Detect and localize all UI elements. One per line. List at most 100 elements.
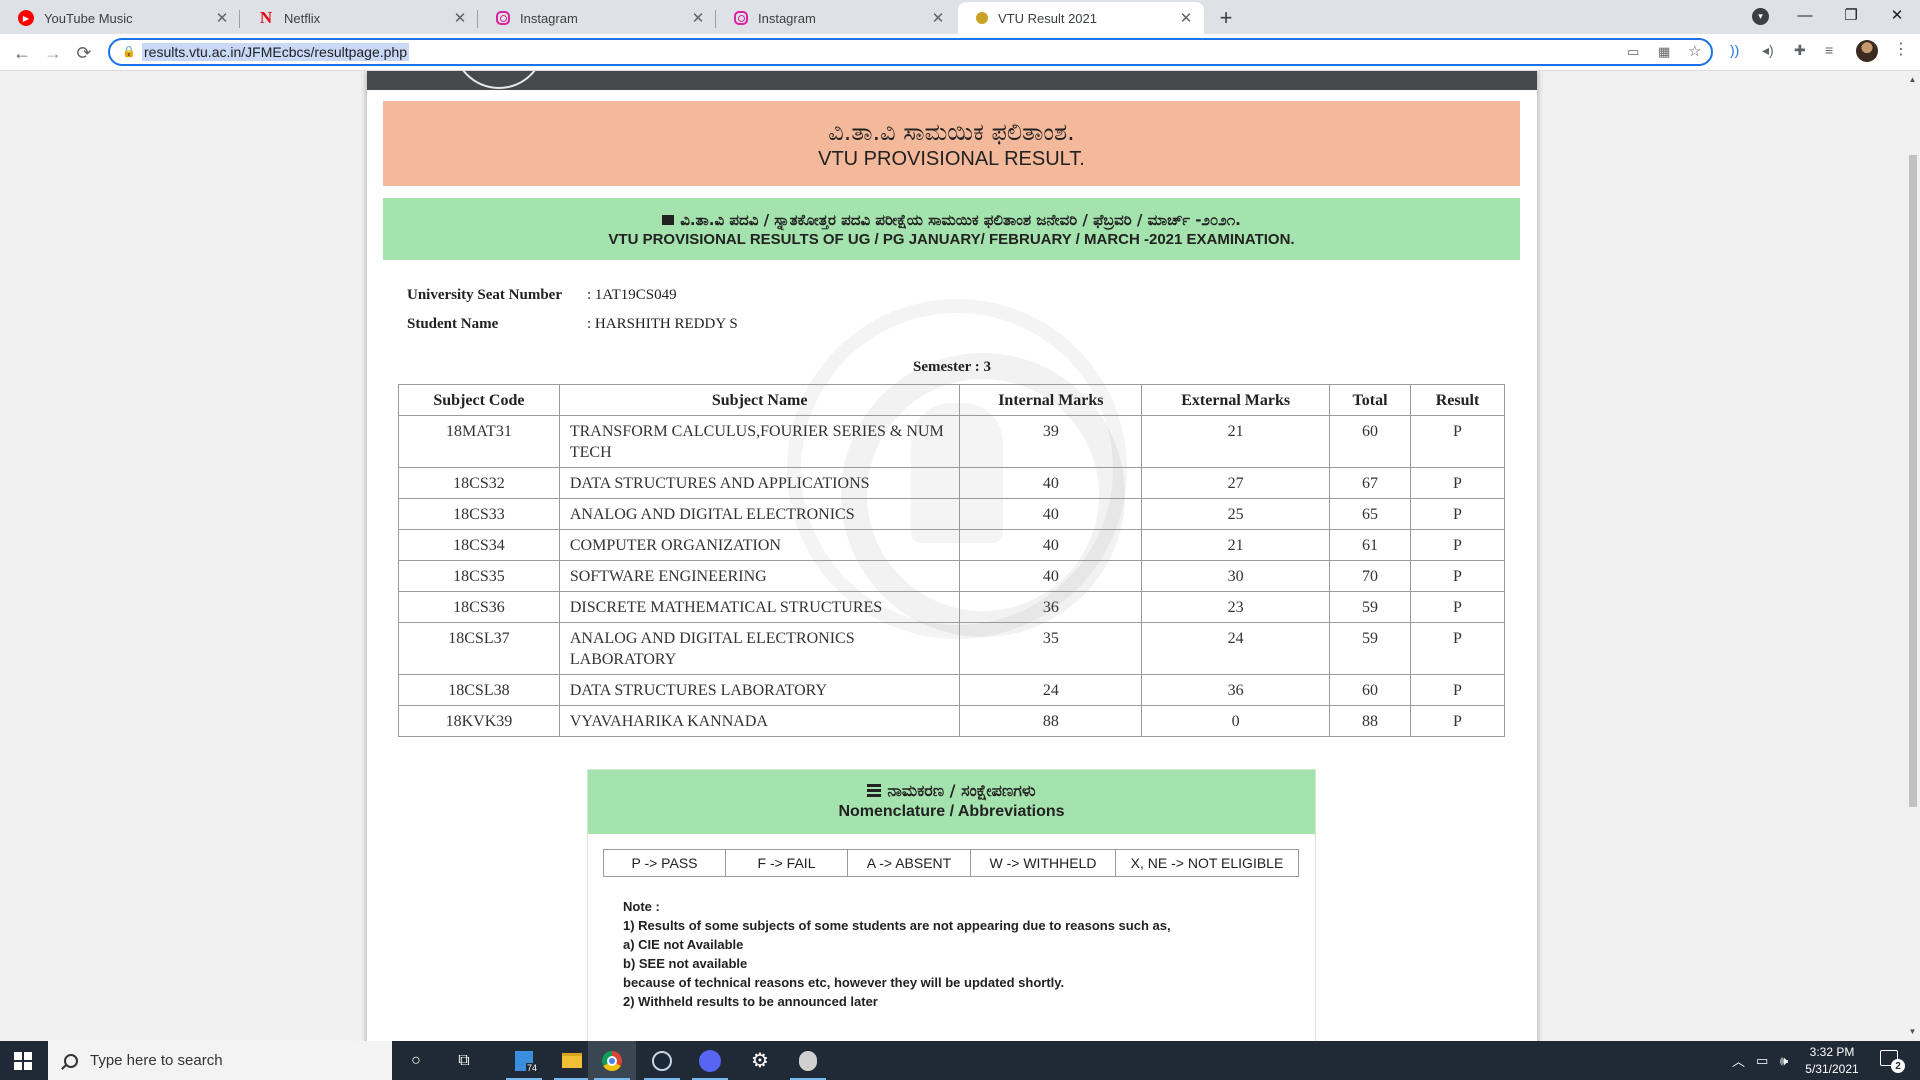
col-header-result: Result — [1410, 384, 1505, 416]
external-marks: 0 — [1141, 705, 1331, 737]
settings-gear-icon[interactable]: ⚙ — [736, 1041, 784, 1080]
subject-code: 18KVK39 — [398, 705, 560, 737]
browser-toolbar: ← → ⟳ 🔒 results.vtu.ac.in/JFMEcbcs/resul… — [0, 34, 1920, 71]
instagram-icon — [496, 11, 510, 25]
provisional-result-header: ವಿ.ತಾ.ವಿ ಸಾಮಯಿಕ ಫಲಿತಾಂಶ. VTU PROVISIONAL… — [383, 101, 1520, 186]
notification-count-badge: 2 — [1891, 1059, 1905, 1073]
extensions-puzzle-icon[interactable]: ✚ — [1794, 42, 1806, 59]
student-name-value: : HARSHITH REDDY S — [587, 316, 738, 332]
result: P — [1410, 560, 1505, 592]
table-row: 18CSL37 ANALOG AND DIGITAL ELECTRONICS L… — [398, 622, 1505, 675]
table-row: 18CS34 COMPUTER ORGANIZATION 40 21 61 P — [398, 529, 1505, 561]
close-tab-icon[interactable]: ✕ — [214, 9, 230, 27]
network-icon[interactable]: ▭ — [1756, 1041, 1768, 1080]
address-bar[interactable]: 🔒 results.vtu.ac.in/JFMEcbcs/resultpage.… — [108, 38, 1713, 66]
restore-icon[interactable]: ❐ — [1828, 0, 1874, 30]
monitor-icon — [662, 215, 675, 225]
page-scrollbar[interactable]: ▲ ▼ — [1905, 71, 1920, 1041]
tab-search-icon[interactable]: ▾ — [1752, 8, 1769, 25]
window-close-icon[interactable]: ✕ — [1874, 0, 1920, 30]
list-icon — [867, 784, 882, 797]
extension-wave-icon[interactable]: )) — [1730, 42, 1739, 58]
system-clock[interactable]: 3:32 PM 5/31/2021 — [1790, 1044, 1874, 1078]
qr-code-icon[interactable]: ▦ — [1658, 44, 1670, 60]
col-header-external-marks: External Marks — [1141, 384, 1331, 416]
total-marks: 60 — [1329, 674, 1412, 706]
windows-taskbar: Type here to search ○ ⧉ 74 ⚙ ︿ ▭ 🕪 3:32 … — [0, 1041, 1920, 1080]
tab-instagram-2[interactable]: Instagram ✕ — [716, 2, 956, 34]
result: P — [1410, 622, 1505, 675]
close-tab-icon[interactable]: ✕ — [452, 9, 468, 27]
lock-icon[interactable]: 🔒 — [122, 45, 136, 58]
col-header-subject-name: Subject Name — [558, 384, 961, 416]
menu-kebab-icon[interactable]: ⋮ — [1893, 39, 1909, 59]
taskbar-search-box[interactable]: Type here to search — [48, 1041, 392, 1080]
subject-name: TRANSFORM CALCULUS,FOURIER SERIES & NUM … — [558, 415, 961, 468]
table-row: 18CS33 ANALOG AND DIGITAL ELECTRONICS 40… — [398, 498, 1505, 530]
exam-title-banner: ವಿ.ತಾ.ವಿ ಪದವಿ / ಸ್ನಾತಕೋತ್ತರ ಪದವಿ ಪರೀಕ್ಷೆ… — [383, 198, 1520, 260]
read-aloud-icon[interactable]: ◂) — [1762, 42, 1774, 59]
subject-code: 18CSL38 — [398, 674, 560, 706]
netflix-icon: N — [259, 8, 273, 27]
tab-youtube-music[interactable]: ▶ YouTube Music ✕ — [0, 2, 240, 34]
internal-marks: 35 — [959, 622, 1143, 675]
note-line: b) SEE not available — [623, 956, 748, 971]
nomenclature-header: ನಾಮಕರಣ / ಸಂಕ್ಷೇಪಣಗಳು Nomenclature / Abbr… — [588, 770, 1315, 834]
bookmark-star-icon[interactable]: ☆ — [1688, 42, 1701, 60]
tab-label: Instagram — [758, 10, 816, 26]
subject-name: DISCRETE MATHEMATICAL STRUCTURES — [558, 591, 961, 623]
header-english: VTU PROVISIONAL RESULT. — [818, 148, 1085, 170]
card-top-bar — [367, 71, 1537, 90]
volume-icon[interactable]: 🕪 — [1780, 1041, 1788, 1080]
close-tab-icon[interactable]: ✕ — [930, 9, 946, 27]
close-tab-icon[interactable]: ✕ — [1178, 9, 1194, 27]
tab-strip: ▶ YouTube Music ✕ N Netflix ✕ Instagram … — [0, 0, 1920, 34]
result: P — [1410, 415, 1505, 468]
chrome-icon[interactable] — [588, 1041, 636, 1080]
internal-marks: 40 — [959, 560, 1143, 592]
windows-start-icon[interactable] — [14, 1052, 32, 1070]
scroll-up-icon[interactable]: ▲ — [1905, 75, 1920, 84]
result: P — [1410, 705, 1505, 737]
tab-instagram-1[interactable]: Instagram ✕ — [478, 2, 716, 34]
note-line: 2) Withheld results to be announced late… — [623, 994, 878, 1009]
close-tab-icon[interactable]: ✕ — [690, 9, 706, 27]
table-row: 18CS32 DATA STRUCTURES AND APPLICATIONS … — [398, 467, 1505, 499]
note-line: because of technical reasons etc, howeve… — [623, 975, 1065, 990]
internal-marks: 39 — [959, 415, 1143, 468]
new-tab-button[interactable]: + — [1212, 4, 1240, 32]
show-hidden-icons-icon[interactable]: ︿ — [1732, 1041, 1745, 1080]
tab-label: VTU Result 2021 — [998, 10, 1097, 26]
minimize-icon[interactable]: — — [1782, 0, 1828, 30]
tab-netflix[interactable]: N Netflix ✕ — [240, 2, 478, 34]
tab-label: Instagram — [520, 10, 578, 26]
forward-icon[interactable]: → — [39, 39, 67, 67]
note-line: a) CIE not Available — [623, 937, 744, 952]
url-text[interactable]: results.vtu.ac.in/JFMEcbcs/resultpage.ph… — [142, 43, 410, 61]
subject-code: 18CSL37 — [398, 622, 560, 675]
internal-marks: 40 — [959, 529, 1143, 561]
discord-icon[interactable] — [686, 1041, 734, 1080]
back-icon[interactable]: ← — [8, 39, 36, 67]
result: P — [1410, 529, 1505, 561]
vpn-shield-icon[interactable] — [784, 1041, 832, 1080]
total-marks: 59 — [1329, 622, 1412, 675]
file-manager-icon[interactable]: 74 — [500, 1041, 548, 1080]
reload-icon[interactable]: ⟳ — [70, 39, 98, 67]
profile-avatar[interactable] — [1856, 40, 1878, 62]
media-queue-icon[interactable]: ≡ — [1825, 42, 1833, 58]
tab-vtu-result[interactable]: VTU Result 2021 ✕ — [958, 2, 1204, 34]
task-view-icon[interactable]: ⧉ — [440, 1041, 488, 1080]
scroll-thumb[interactable] — [1909, 155, 1917, 807]
exam-title-english: VTU PROVISIONAL RESULTS OF UG / PG JANUA… — [608, 231, 1295, 248]
cortana-icon[interactable]: ○ — [392, 1041, 440, 1080]
scroll-down-icon[interactable]: ▼ — [1905, 1027, 1920, 1036]
cast-icon[interactable]: ▭ — [1627, 44, 1639, 60]
result: P — [1410, 498, 1505, 530]
results-table-body: 18MAT31 TRANSFORM CALCULUS,FOURIER SERIE… — [398, 415, 1505, 737]
page-viewport: ವಿ.ತಾ.ವಿ ಸಾಮಯಿಕ ಫಲಿತಾಂಶ. VTU PROVISIONAL… — [0, 71, 1905, 1041]
table-row: 18KVK39 VYAVAHARIKA KANNADA 88 0 88 P — [398, 705, 1505, 737]
subject-name: ANALOG AND DIGITAL ELECTRONICS LABORATOR… — [558, 622, 961, 675]
subject-name: VYAVAHARIKA KANNADA — [558, 705, 961, 737]
steam-icon[interactable] — [638, 1041, 686, 1080]
